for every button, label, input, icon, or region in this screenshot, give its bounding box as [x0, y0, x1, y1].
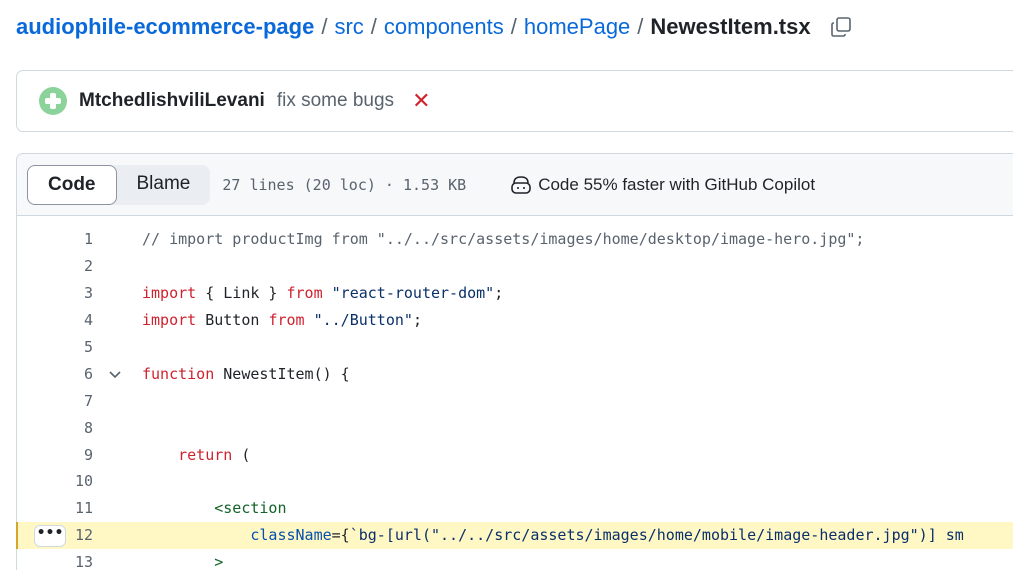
code-line[interactable]: 8 [17, 414, 1013, 441]
code-line[interactable]: 4 import Button from "../Button"; [17, 307, 1013, 334]
code-token: ; [494, 284, 504, 303]
breadcrumb-separator: / [370, 14, 377, 39]
file-info: 27 lines (20 loc) · 1.53 KB [222, 175, 467, 194]
code-text: > [142, 553, 223, 570]
code-token: "react-router-dom" [331, 284, 495, 303]
code-line[interactable]: 10 [17, 468, 1013, 495]
code-token: className [250, 526, 332, 545]
line-number[interactable]: 13 [17, 553, 93, 570]
line-number[interactable]: 10 [17, 472, 93, 490]
code-area: 1 // import productImg from "../../src/as… [16, 216, 1013, 570]
breadcrumb-file-name: NewestItem.tsx [650, 14, 811, 39]
file-header: Code Blame 27 lines (20 loc) · 1.53 KB C… [17, 154, 1013, 216]
breadcrumb-separator: / [321, 14, 328, 39]
code-line[interactable]: 7 [17, 387, 1013, 414]
code-token: function [142, 364, 215, 383]
breadcrumb-separator: / [510, 14, 517, 39]
code-line[interactable]: 1 // import productImg from "../../src/as… [17, 226, 1013, 253]
code-line[interactable]: 11 <section [17, 495, 1013, 522]
breadcrumb-homepage-link[interactable]: homePage [524, 14, 630, 40]
breadcrumb-components-link[interactable]: components [384, 14, 504, 40]
code-line[interactable]: 5 [17, 334, 1013, 361]
line-number[interactable]: 2 [17, 257, 93, 275]
breadcrumb-repo-link[interactable]: audiophile-ecommerce-page [16, 14, 314, 40]
code-text: <section [142, 499, 287, 518]
code-token: Button [196, 311, 269, 330]
copilot-icon [510, 175, 532, 195]
file-viewer: Code Blame 27 lines (20 loc) · 1.53 KB C… [16, 153, 1013, 570]
commit-message-link[interactable]: fix some bugs [277, 90, 394, 112]
line-number[interactable]: 8 [17, 419, 93, 437]
line-number[interactable]: 1 [17, 230, 93, 248]
code-token: from [268, 311, 305, 330]
x-icon[interactable]: ✕ [412, 90, 430, 112]
code-token: <section [214, 499, 287, 518]
code-token: import [142, 311, 197, 330]
code-line[interactable]: 13 > [17, 549, 1013, 570]
code-text: // import productImg from "../../src/ass… [142, 230, 864, 248]
code-line[interactable]: ••• 12 className={`bg-[url("../../src/ass… [16, 521, 1013, 549]
code-line[interactable]: 2 [17, 253, 1013, 280]
code-text: function NewestItem() { [142, 365, 350, 383]
copilot-promo-link[interactable]: Code 55% faster with GitHub Copilot [510, 175, 815, 195]
code-token: NewestItem() { [214, 364, 350, 383]
copy-path-icon[interactable] [829, 15, 853, 39]
latest-commit-box: MtchedlishviliLevani fix some bugs ✕ [16, 70, 1013, 132]
code-text: className={`bg-[url("../../src/assets/im… [142, 526, 964, 545]
code-token: { Link } [196, 284, 287, 303]
code-line[interactable]: 3 import { Link } from "react-router-dom"… [17, 280, 1013, 307]
breadcrumb-separator: / [637, 14, 644, 39]
code-token: return [178, 445, 233, 464]
code-token: > [214, 553, 224, 570]
line-number[interactable]: 11 [17, 499, 93, 517]
line-number[interactable]: 4 [17, 311, 93, 329]
code-token: from [286, 284, 323, 303]
code-text: import Button from "../Button"; [142, 311, 422, 329]
line-number[interactable]: 12 [17, 526, 93, 544]
code-text: return ( [142, 446, 250, 464]
commit-author-link[interactable]: MtchedlishviliLevani [79, 90, 265, 112]
line-number[interactable]: 6 [17, 365, 93, 383]
line-number[interactable]: 7 [17, 392, 93, 410]
code-line[interactable]: 9 return ( [17, 441, 1013, 468]
code-token: // import productImg from "../../src/ass… [142, 230, 865, 249]
line-number[interactable]: 3 [17, 284, 93, 302]
tab-blame[interactable]: Blame [117, 165, 211, 205]
code-token: ; [412, 311, 422, 330]
code-line[interactable]: 6 function NewestItem() { [17, 360, 1013, 387]
code-token: ={ [331, 526, 350, 545]
author-avatar[interactable] [39, 87, 67, 115]
view-toggle: Code Blame [27, 164, 211, 205]
breadcrumb: audiophile-ecommerce-page / src / compon… [16, 12, 853, 42]
code-text: import { Link } from "react-router-dom"; [142, 284, 503, 302]
code-token: ( [232, 445, 251, 464]
code-token: "../Button" [313, 311, 413, 330]
code-token: import [142, 284, 197, 303]
chevron-down-icon[interactable] [107, 366, 123, 382]
breadcrumb-src-link[interactable]: src [334, 14, 363, 40]
line-number[interactable]: 9 [17, 446, 93, 464]
code-token: `bg-[url("../../src/assets/images/home/m… [349, 526, 964, 545]
copilot-promo-text: Code 55% faster with GitHub Copilot [538, 174, 816, 194]
tab-code[interactable]: Code [27, 164, 117, 205]
line-number[interactable]: 5 [17, 338, 93, 356]
